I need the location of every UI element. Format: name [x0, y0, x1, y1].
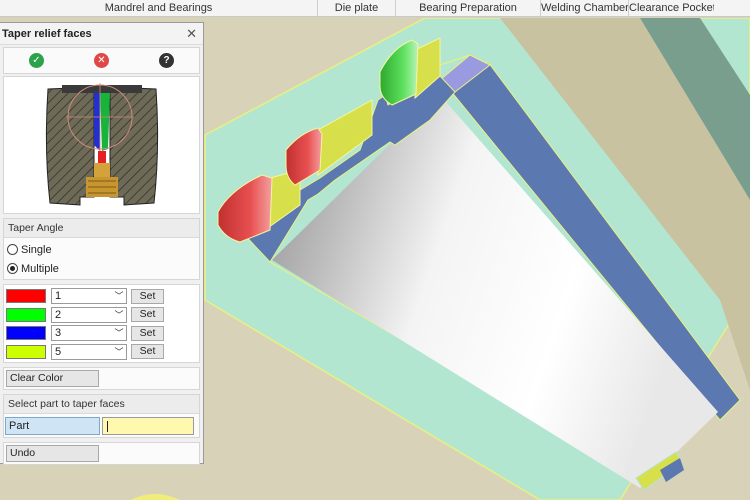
- color-list: 1 ﹀ Set 2 ﹀ Set 3 ﹀ Set 5 ﹀ Set: [3, 284, 200, 363]
- radio-single-button[interactable]: [7, 244, 18, 255]
- color-value-select-3[interactable]: 3 ﹀: [51, 325, 127, 341]
- taper-angle-header: Taper Angle: [4, 219, 199, 238]
- color-swatch-blue[interactable]: [6, 326, 46, 340]
- color-swatch-green[interactable]: [6, 307, 46, 322]
- radio-multiple[interactable]: Multiple: [4, 259, 199, 278]
- color-value: 3: [55, 327, 62, 339]
- question-icon[interactable]: ?: [159, 53, 174, 68]
- panel-title: Taper relief faces ✕: [0, 23, 203, 45]
- chevron-down-icon[interactable]: ﹀: [113, 326, 125, 340]
- color-row: 1 ﹀ Set: [4, 287, 199, 305]
- color-swatch-yellow[interactable]: [6, 344, 46, 359]
- preview-image: [3, 76, 200, 214]
- select-part-section: Select part to taper faces Part: [3, 394, 200, 438]
- check-icon[interactable]: ✓: [29, 53, 44, 68]
- radio-multiple-label: Multiple: [21, 262, 59, 275]
- select-part-header: Select part to taper faces: [4, 395, 199, 414]
- tab-welding-chamber[interactable]: Welding Chamber: [541, 0, 629, 17]
- part-field-label[interactable]: Part: [5, 417, 100, 435]
- color-swatch-red[interactable]: [6, 289, 46, 303]
- taper-relief-panel: Taper relief faces ✕ ✓ ✕ ? Taper Angle S…: [0, 22, 204, 465]
- taper-angle-section: Taper Angle Single Multiple: [3, 218, 200, 280]
- set-button-4[interactable]: Set: [131, 344, 164, 359]
- tab-clearance-pocket[interactable]: Clearance Pocket: [629, 0, 714, 17]
- color-row: 2 ﹀ Set: [4, 306, 199, 324]
- chevron-down-icon[interactable]: ﹀: [113, 308, 125, 322]
- color-value: 1: [55, 290, 62, 302]
- clear-color-block: Clear Color: [3, 367, 200, 390]
- chevron-down-icon[interactable]: ﹀: [113, 289, 125, 303]
- color-row: 3 ﹀ Set: [4, 324, 199, 342]
- color-value: 2: [55, 308, 62, 321]
- ribbon-tabs: Mandrel and Bearings Die plate Bearing P…: [0, 0, 750, 17]
- tab-mandrel-and-bearings[interactable]: Mandrel and Bearings: [0, 0, 318, 17]
- color-value-select-1[interactable]: 1 ﹀: [51, 288, 127, 304]
- tab-die-plate[interactable]: Die plate: [318, 0, 396, 17]
- set-button-2[interactable]: Set: [131, 307, 164, 322]
- panel-title-text: Taper relief faces: [2, 28, 92, 40]
- x-icon[interactable]: ✕: [94, 53, 109, 68]
- chevron-down-icon[interactable]: ﹀: [113, 345, 125, 359]
- undo-block: Undo: [3, 442, 200, 465]
- color-row: 5 ﹀ Set: [4, 343, 199, 361]
- set-button-3[interactable]: Set: [131, 325, 164, 341]
- set-button-1[interactable]: Set: [131, 288, 164, 304]
- action-row: ✓ ✕ ?: [3, 47, 200, 74]
- clear-color-button[interactable]: Clear Color: [6, 370, 99, 387]
- die-section-preview-icon: [45, 83, 158, 206]
- color-value-select-4[interactable]: 5 ﹀: [51, 343, 127, 360]
- radio-single[interactable]: Single: [4, 240, 199, 259]
- color-value-select-2[interactable]: 2 ﹀: [51, 306, 127, 323]
- radio-single-label: Single: [21, 243, 52, 256]
- tab-bearing-preparation[interactable]: Bearing Preparation: [396, 0, 541, 17]
- close-icon[interactable]: ✕: [186, 23, 197, 45]
- undo-button[interactable]: Undo: [6, 445, 99, 462]
- color-value: 5: [55, 345, 62, 358]
- radio-multiple-button[interactable]: [7, 263, 18, 274]
- part-selection-input[interactable]: [102, 417, 194, 435]
